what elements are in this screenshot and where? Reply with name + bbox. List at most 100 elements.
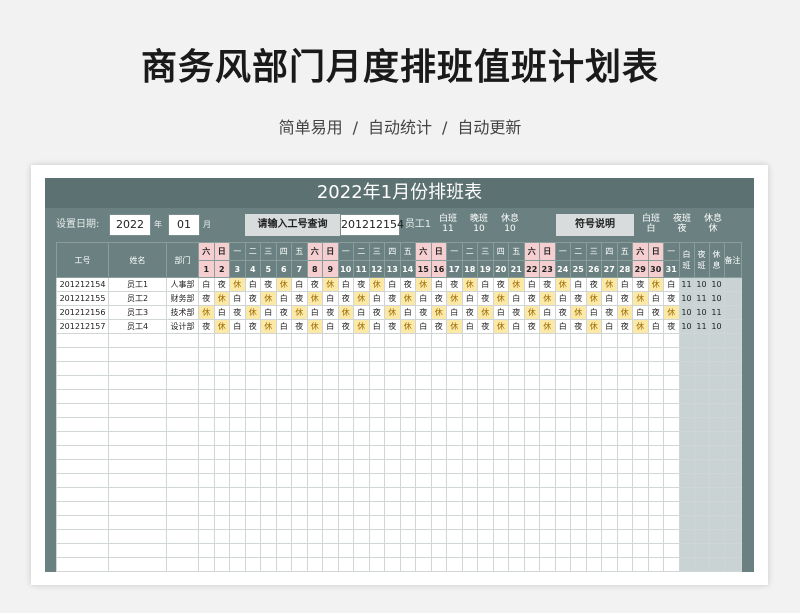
empty-cell[interactable] <box>56 515 109 530</box>
empty-cell[interactable] <box>415 557 432 572</box>
empty-cell[interactable] <box>306 557 323 572</box>
empty-cell[interactable] <box>198 403 215 418</box>
shift-cell[interactable]: 休 <box>260 291 277 306</box>
empty-cell[interactable] <box>446 543 463 558</box>
empty-cell[interactable] <box>229 403 246 418</box>
empty-cell[interactable] <box>585 487 602 502</box>
empty-cell[interactable] <box>508 403 525 418</box>
empty-cell[interactable] <box>108 529 167 544</box>
empty-cell[interactable] <box>56 487 109 502</box>
shift-cell[interactable]: 夜 <box>430 291 447 306</box>
empty-cell[interactable] <box>461 515 478 530</box>
empty-cell[interactable] <box>229 529 246 544</box>
empty-cell[interactable] <box>601 543 618 558</box>
shift-cell[interactable]: 休 <box>477 305 494 320</box>
empty-cell[interactable] <box>322 417 339 432</box>
empty-cell[interactable] <box>570 501 587 516</box>
shift-cell[interactable]: 白 <box>508 319 525 334</box>
empty-cell[interactable] <box>430 543 447 558</box>
shift-cell[interactable]: 休 <box>353 291 370 306</box>
note-cell[interactable] <box>723 305 742 320</box>
empty-cell[interactable] <box>492 361 509 376</box>
empty-cell[interactable] <box>477 389 494 404</box>
empty-cell[interactable] <box>353 459 370 474</box>
empty-cell[interactable] <box>166 445 199 460</box>
empty-cell[interactable] <box>430 473 447 488</box>
shift-cell[interactable]: 夜 <box>632 277 649 292</box>
empty-cell[interactable] <box>306 487 323 502</box>
empty-cell[interactable] <box>446 529 463 544</box>
empty-cell[interactable] <box>166 333 199 348</box>
empty-cell[interactable] <box>229 445 246 460</box>
empty-cell[interactable] <box>663 487 680 502</box>
empty-cell[interactable] <box>508 473 525 488</box>
shift-cell[interactable]: 白 <box>647 291 664 306</box>
empty-cell[interactable] <box>601 417 618 432</box>
empty-note-cell[interactable] <box>723 501 742 516</box>
empty-cell[interactable] <box>508 487 525 502</box>
shift-cell[interactable]: 夜 <box>539 277 556 292</box>
shift-cell[interactable]: 白 <box>244 277 261 292</box>
empty-cell[interactable] <box>430 333 447 348</box>
empty-cell[interactable] <box>663 473 680 488</box>
empty-cell[interactable] <box>523 529 540 544</box>
empty-note-cell[interactable] <box>723 403 742 418</box>
shift-cell[interactable]: 休 <box>275 277 292 292</box>
empty-cell[interactable] <box>585 431 602 446</box>
shift-cell[interactable]: 夜 <box>446 277 463 292</box>
empty-cell[interactable] <box>275 333 292 348</box>
empty-note-cell[interactable] <box>723 333 742 348</box>
empty-cell[interactable] <box>368 333 385 348</box>
empty-cell[interactable] <box>477 431 494 446</box>
empty-cell[interactable] <box>368 501 385 516</box>
empty-cell[interactable] <box>399 473 416 488</box>
empty-cell[interactable] <box>337 361 354 376</box>
shift-cell[interactable]: 白 <box>213 305 230 320</box>
shift-cell[interactable]: 休 <box>244 305 261 320</box>
shift-cell[interactable]: 夜 <box>353 277 370 292</box>
empty-cell[interactable] <box>166 557 199 572</box>
empty-cell[interactable] <box>291 445 308 460</box>
shift-cell[interactable]: 休 <box>337 305 354 320</box>
empty-cell[interactable] <box>56 333 109 348</box>
empty-cell[interactable] <box>244 445 261 460</box>
note-cell[interactable] <box>723 277 742 292</box>
empty-cell[interactable] <box>244 417 261 432</box>
empty-cell[interactable] <box>353 431 370 446</box>
empty-cell[interactable] <box>477 333 494 348</box>
shift-cell[interactable]: 休 <box>306 319 323 334</box>
empty-cell[interactable] <box>353 347 370 362</box>
empty-cell[interactable] <box>384 501 401 516</box>
empty-cell[interactable] <box>601 403 618 418</box>
empty-cell[interactable] <box>368 515 385 530</box>
shift-cell[interactable]: 夜 <box>198 291 215 306</box>
empty-note-cell[interactable] <box>723 487 742 502</box>
shift-cell[interactable]: 白 <box>337 277 354 292</box>
empty-note-cell[interactable] <box>723 389 742 404</box>
empty-cell[interactable] <box>108 543 167 558</box>
empty-cell[interactable] <box>430 431 447 446</box>
empty-cell[interactable] <box>368 389 385 404</box>
empty-cell[interactable] <box>368 529 385 544</box>
empty-cell[interactable] <box>198 389 215 404</box>
empty-cell[interactable] <box>368 417 385 432</box>
empty-cell[interactable] <box>632 529 649 544</box>
department-cell[interactable]: 设计部 <box>166 319 199 334</box>
empty-cell[interactable] <box>384 445 401 460</box>
empty-cell[interactable] <box>166 389 199 404</box>
empty-cell[interactable] <box>108 473 167 488</box>
empty-cell[interactable] <box>461 403 478 418</box>
empty-cell[interactable] <box>337 333 354 348</box>
empty-cell[interactable] <box>291 375 308 390</box>
empty-cell[interactable] <box>461 417 478 432</box>
empty-cell[interactable] <box>337 501 354 516</box>
empty-cell[interactable] <box>198 333 215 348</box>
empty-cell[interactable] <box>554 445 571 460</box>
empty-cell[interactable] <box>306 417 323 432</box>
empty-cell[interactable] <box>554 515 571 530</box>
empty-cell[interactable] <box>632 361 649 376</box>
empty-cell[interactable] <box>523 361 540 376</box>
empty-cell[interactable] <box>368 487 385 502</box>
empty-cell[interactable] <box>585 389 602 404</box>
empty-cell[interactable] <box>554 361 571 376</box>
